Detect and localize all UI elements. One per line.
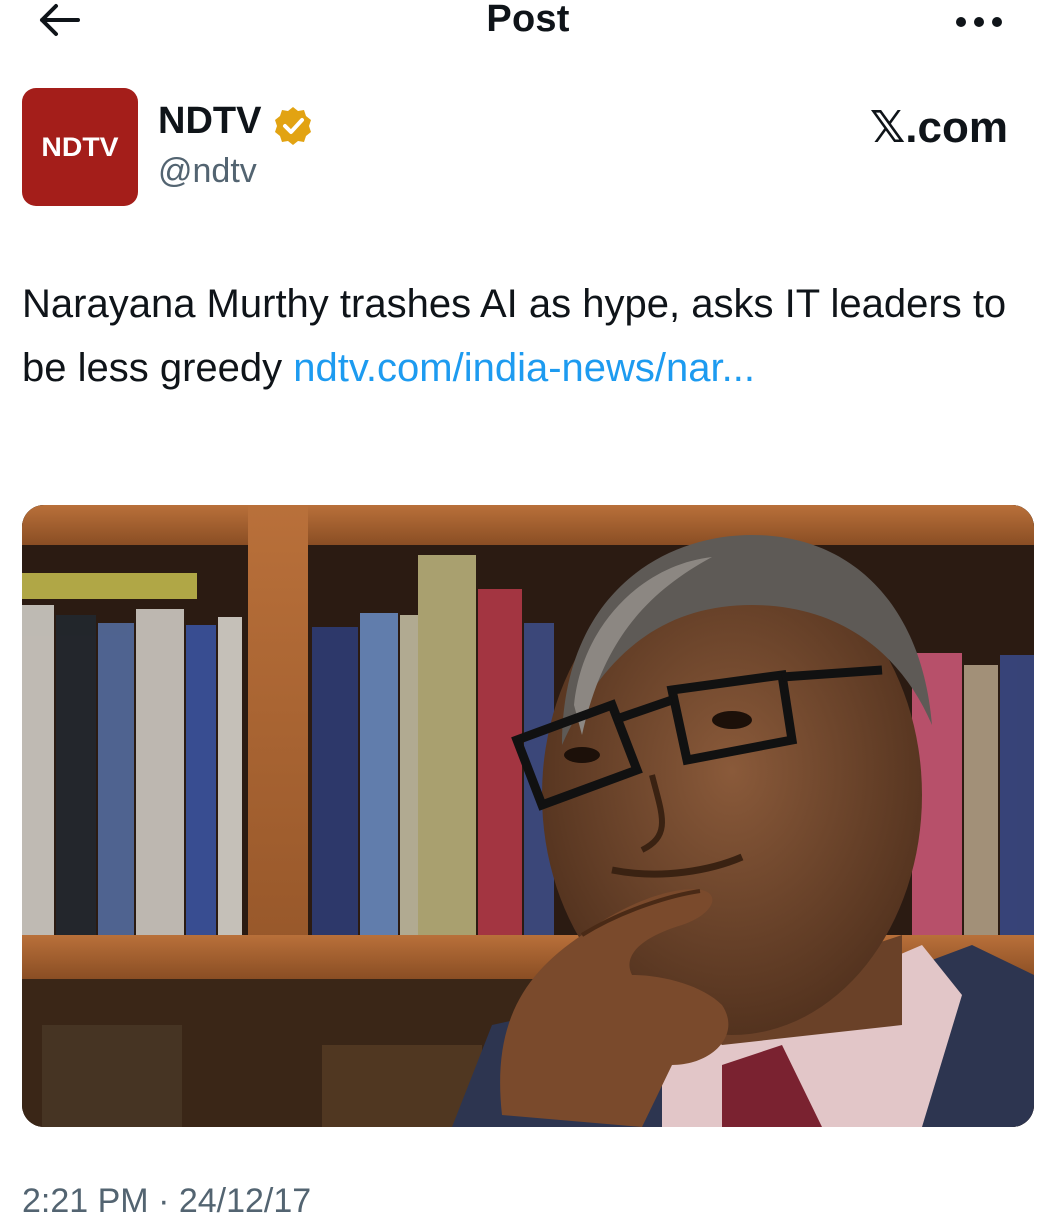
post-text: Narayana Murthy trashes AI as hype, asks… (22, 272, 1022, 400)
author-handle[interactable]: @ndtv (158, 152, 257, 191)
verified-badge-icon (272, 105, 314, 147)
post-image[interactable] (22, 505, 1034, 1127)
avatar[interactable]: NDTV (22, 88, 138, 206)
avatar-logo-text: NDTV (41, 132, 119, 162)
site-watermark: 𝕏.com (869, 103, 1008, 152)
photo-illustration (22, 505, 1034, 1127)
author-name[interactable]: NDTV (158, 100, 261, 143)
more-horizontal-icon (956, 17, 1002, 27)
page-title: Post (486, 0, 570, 40)
post-link[interactable]: ndtv.com/india-news/nar... (293, 346, 755, 390)
more-options-button[interactable] (948, 6, 1010, 36)
top-bar: Post (0, 0, 1056, 50)
post-timestamp: 2:21 PM · 24/12/17 (22, 1182, 312, 1220)
